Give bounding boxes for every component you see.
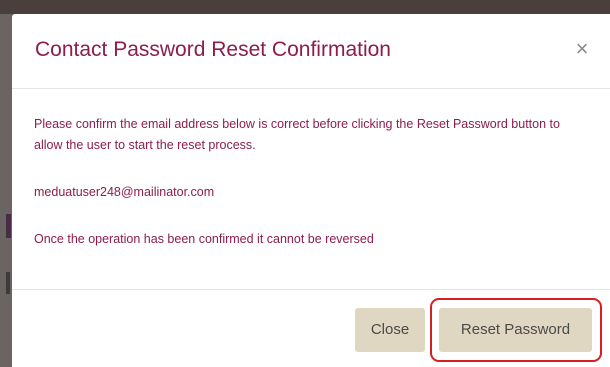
close-icon[interactable]: × — [572, 38, 592, 60]
irreversible-warning: Once the operation has been confirmed it… — [34, 232, 374, 246]
password-reset-dialog: Contact Password Reset Confirmation × Pl… — [12, 14, 610, 367]
dialog-footer-divider — [12, 289, 610, 290]
dialog-title: Contact Password Reset Confirmation — [35, 38, 391, 61]
confirmation-message: Please confirm the email address below i… — [34, 117, 560, 152]
dialog-header: Contact Password Reset Confirmation × — [12, 14, 610, 89]
reset-password-button[interactable]: Reset Password — [439, 308, 592, 352]
contact-email: meduatuser248@mailinator.com — [34, 185, 215, 199]
page-backdrop-top — [0, 0, 610, 14]
backdrop-fragment — [6, 272, 10, 294]
page-backdrop-left — [0, 14, 12, 367]
backdrop-fragment — [6, 214, 11, 238]
close-button[interactable]: Close — [355, 308, 425, 352]
